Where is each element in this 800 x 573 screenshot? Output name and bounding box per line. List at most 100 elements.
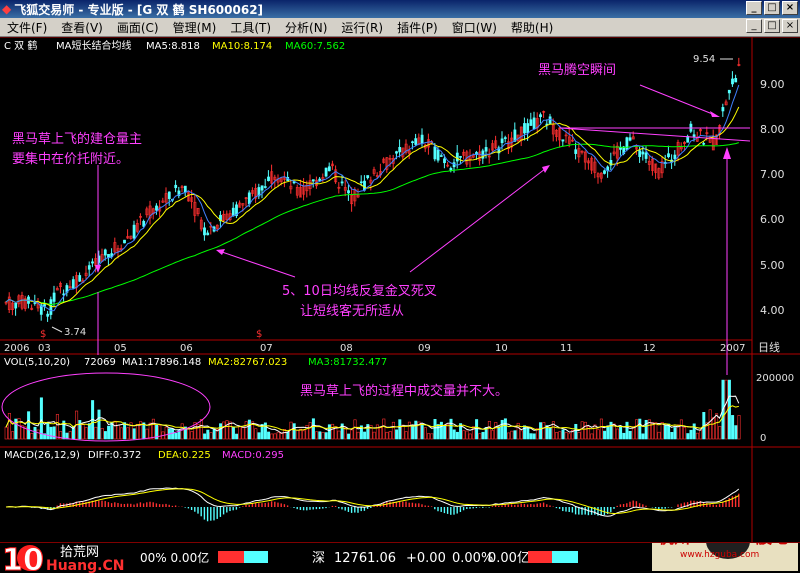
index-amount: 0.00亿 [488,551,530,566]
candle-body [78,275,82,282]
menu-help[interactable]: 帮助(H) [504,19,560,36]
volume-bar [638,418,642,440]
close-button[interactable]: × [782,1,798,15]
candle-body [529,119,533,126]
candle-body [455,152,459,162]
volume-bar [526,427,530,440]
date-03: 03 [38,343,51,354]
volume-bar [548,427,552,440]
minimize-button[interactable]: _ [746,1,762,15]
left-watermark-logo: 10 拾荒网 Huang.CN [2,543,125,573]
volume-bar [123,422,127,440]
watermark-right-url: www.hzguba.com [680,550,759,560]
volume-bar [235,433,239,440]
annotation-build-1: 黑马草上飞的建仓量主 [12,131,142,147]
menu-window[interactable]: 窗口(W) [445,19,504,36]
volume-bar [503,418,507,440]
candle-body [731,78,734,85]
candle-body [33,302,37,304]
volume-bar [439,421,443,440]
candle-body [443,158,446,164]
volume-bar [641,433,645,440]
vol-ma2: MA2:82767.023 [208,357,287,368]
volume-bar [481,431,485,440]
menu-run[interactable]: 运行(R) [334,19,390,36]
stock-chart[interactable]: C 双 鹤 MA短长结合均线 MA5:8.818 MA10:8.174 MA60… [0,37,800,542]
volume-bar [455,431,459,440]
volume-bar [327,424,331,440]
volume-bar [206,429,210,440]
candle-body [231,207,235,217]
volume-bar [619,426,623,440]
vol-ma1: MA1:17896.148 [122,357,201,368]
candle-body [366,175,370,179]
window-title: 飞狐交易师 - 专业版 - [G 双 鹤 SH600062] [14,2,264,17]
candle-body [132,224,136,239]
maximize-button[interactable]: □ [764,1,780,15]
watermark-left-url: Huang.CN [46,558,124,573]
volume-bar [433,419,437,440]
menu-view[interactable]: 查看(V) [54,19,110,36]
title-bar: ◆ 飞狐交易师 - 专业版 - [G 双 鹤 SH600062] _ □ × [0,0,800,18]
candle-body [52,292,56,302]
menu-bar: 文件(F) 查看(V) 画面(C) 管理(M) 工具(T) 分析(N) 运行(R… [0,18,800,37]
mdi-minimize-button[interactable]: _ [746,19,762,33]
volume-bar [247,419,251,440]
dividend-marker-icon: $ [40,329,46,340]
indicator-name: MA短长结合均线 [56,39,131,52]
volume-bar [497,426,501,440]
candle-body [727,89,731,94]
date-07: 07 [260,343,273,354]
volume-bar [132,428,136,440]
status-bar-gauge-left-down [244,551,268,563]
volume-bar [411,425,415,440]
candle-body [43,304,46,307]
candle-body [439,155,443,157]
app-logo-icon: ◆ [2,2,12,16]
mdi-restore-button[interactable]: □ [764,19,780,33]
candle-body [398,147,402,153]
annotation-volume: 黑马草上飞的过程中成交量并不大。 [300,383,508,399]
candle-body [324,167,328,177]
period-label[interactable]: 日线 [758,340,780,354]
candle-body [155,205,158,211]
dividend-marker-icon-2: $ [256,329,262,340]
candle-body [347,190,350,194]
low-price-label: 3.74 [64,327,86,338]
candle-body [702,143,706,145]
macd-dea: DEA:0.225 [158,450,211,461]
menu-plugins[interactable]: 插件(P) [390,19,445,36]
candle-body [263,186,267,188]
volume-bar [625,421,629,440]
candle-body [260,185,264,191]
y-tick-500: 5.00 [760,259,785,272]
menu-canvas[interactable]: 画面(C) [110,19,166,36]
menu-file[interactable]: 文件(F) [0,19,54,36]
menu-manage[interactable]: 管理(M) [166,19,224,36]
volume-bar [263,422,267,440]
volume-bar [97,409,101,440]
candle-body [628,137,632,141]
mdi-close-button[interactable]: × [782,19,798,33]
candle-body [318,178,322,182]
candle-body [327,166,331,172]
date-11: 11 [560,343,573,354]
volume-bar [673,427,677,440]
candle-body [142,220,146,227]
volume-bar [513,430,517,440]
volume-bar [33,426,37,440]
date-09: 09 [418,343,431,354]
volume-bar [103,431,107,440]
date-12: 12 [643,343,656,354]
watermark-left-number: 10 [2,543,44,573]
volume-bar [727,379,731,440]
macd-diff: DIFF:0.372 [88,450,141,461]
volume-bar [574,423,578,440]
volume-bar [395,429,399,440]
menu-tools[interactable]: 工具(T) [223,19,278,36]
candle-body [603,170,606,174]
menu-analysis[interactable]: 分析(N) [278,19,334,36]
date-2007: 2007 [720,343,745,354]
volume-bar [475,419,479,440]
watermark-right-cn2: 股吧 [756,543,788,547]
